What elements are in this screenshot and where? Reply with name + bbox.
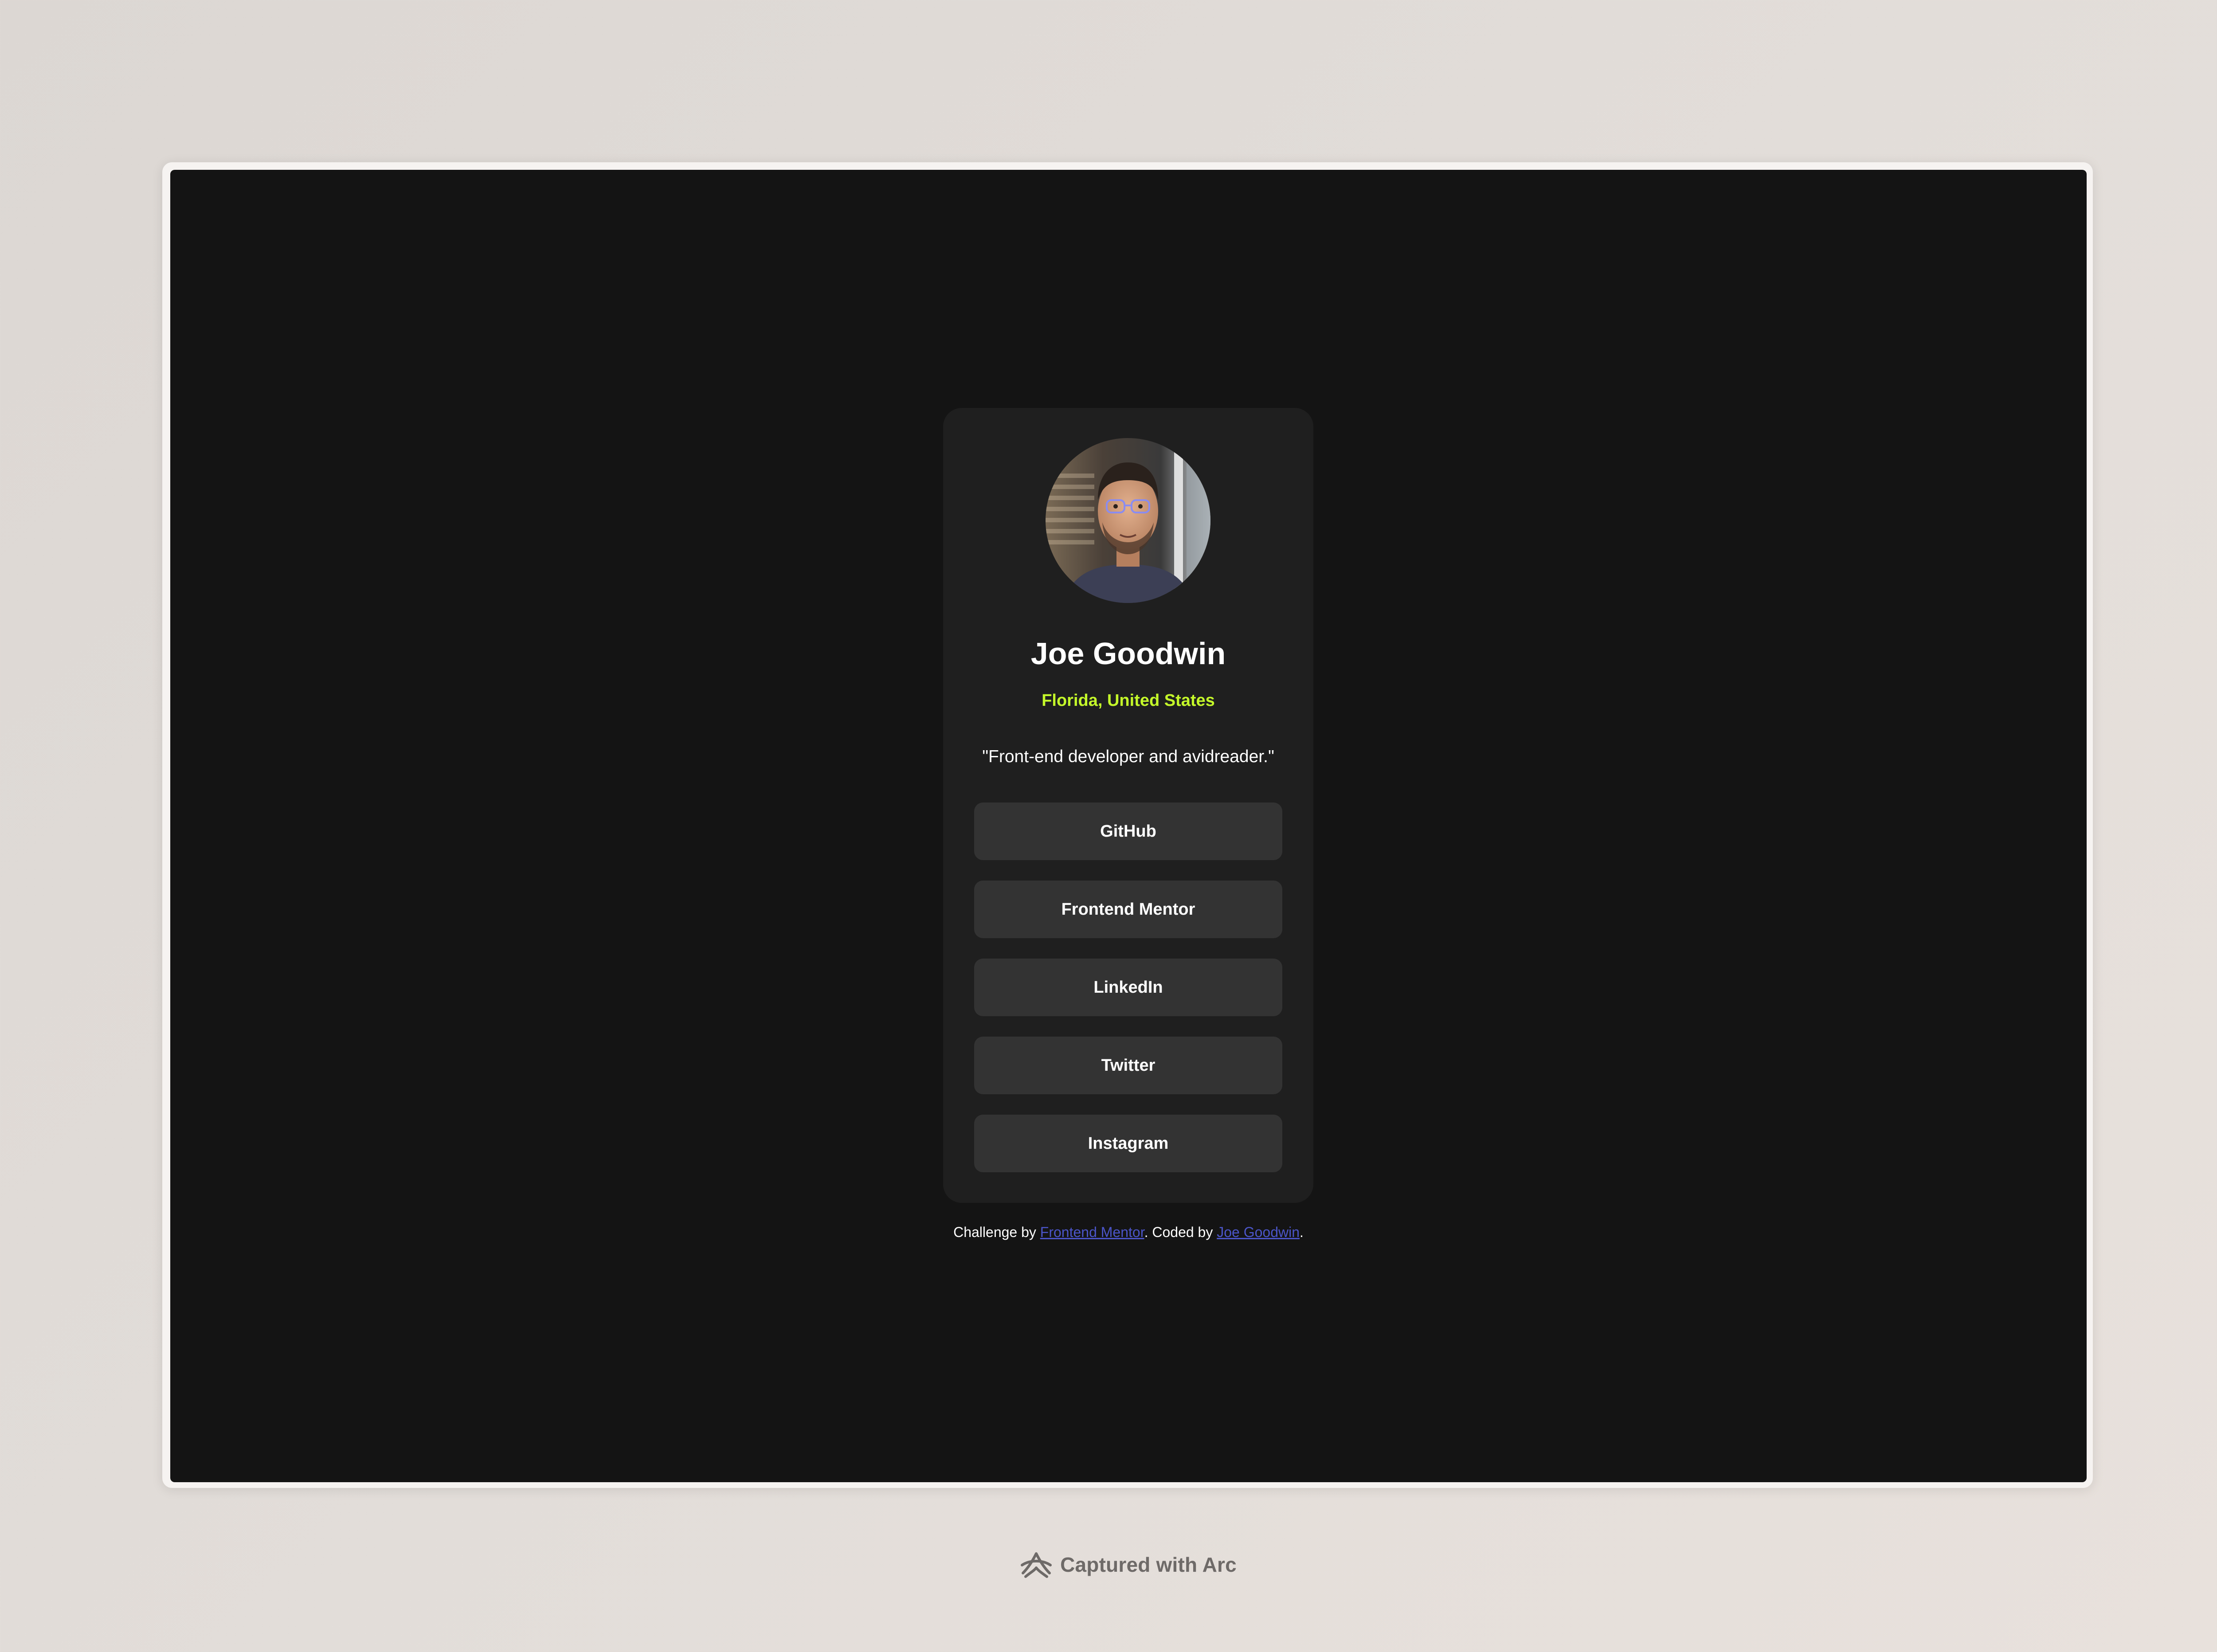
social-links: GitHub Frontend Mentor LinkedIn Twitter … bbox=[974, 803, 1282, 1193]
profile-bio: "Front-end developer and avidreader." bbox=[982, 747, 1274, 766]
instagram-link-button[interactable]: Instagram bbox=[974, 1115, 1282, 1172]
capture-caption: Captured with Arc bbox=[0, 1550, 2217, 1579]
capture-label: Captured with Arc bbox=[1060, 1553, 1237, 1576]
arc-logo-icon bbox=[1021, 1552, 1052, 1578]
twitter-link-button[interactable]: Twitter bbox=[974, 1037, 1282, 1094]
profile-location: Florida, United States bbox=[1042, 691, 1215, 710]
challenge-link[interactable]: Frontend Mentor bbox=[1040, 1224, 1144, 1240]
github-link-button[interactable]: GitHub bbox=[974, 803, 1282, 860]
linkedin-link-button[interactable]: LinkedIn bbox=[974, 959, 1282, 1016]
attribution-prefix: Challenge by bbox=[953, 1224, 1040, 1240]
attribution-suffix: . bbox=[1300, 1224, 1304, 1240]
profile-name: Joe Goodwin bbox=[1030, 636, 1226, 671]
browser-viewport: Joe Goodwin Florida, United States "Fron… bbox=[170, 170, 2087, 1482]
frontend-mentor-link-button[interactable]: Frontend Mentor bbox=[974, 881, 1282, 938]
attribution-middle: . Coded by bbox=[1144, 1224, 1217, 1240]
avatar bbox=[1046, 438, 1210, 603]
avatar-photo bbox=[1046, 438, 1210, 603]
author-link[interactable]: Joe Goodwin bbox=[1217, 1224, 1300, 1240]
attribution: Challenge by Frontend Mentor. Coded by J… bbox=[170, 1224, 2087, 1241]
profile-card: Joe Goodwin Florida, United States "Fron… bbox=[943, 408, 1313, 1203]
